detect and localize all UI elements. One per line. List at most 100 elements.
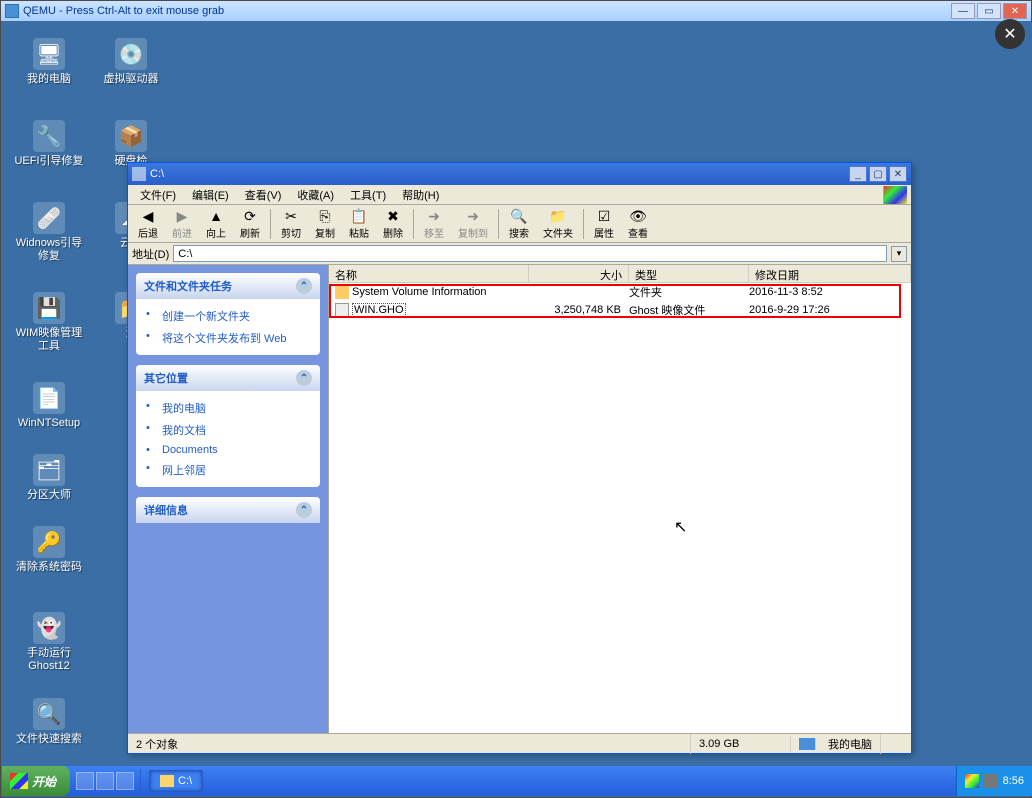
chevron-up-icon: ⌃: [296, 278, 312, 294]
desktop-icon[interactable]: 🔑清除系统密码: [12, 526, 86, 574]
toolbar-icon: ⟳: [240, 207, 260, 225]
explorer-titlebar[interactable]: C:\ _ ▢ ✕: [128, 163, 911, 185]
toolbar-文件夹[interactable]: 📁文件夹: [537, 206, 579, 241]
desktop-icon[interactable]: 🔧UEFI引导修复: [12, 120, 86, 168]
desktop-icon[interactable]: 🗂分区大师: [12, 454, 86, 502]
desktop-icon[interactable]: 💿虚拟驱动器: [94, 38, 168, 86]
desktop-icon[interactable]: 🩹Widnows引导修复: [12, 202, 86, 263]
folder-icon: [335, 285, 349, 299]
menu-tools[interactable]: 工具(T): [342, 185, 394, 205]
toolbar-复制[interactable]: ⎘复制: [309, 206, 341, 241]
address-input[interactable]: [173, 245, 887, 262]
link-my-documents[interactable]: 我的文档: [144, 419, 312, 441]
task-group-files: 文件和文件夹任务 ⌃ 创建一个新文件夹 将这个文件夹发布到 Web: [136, 273, 320, 355]
file-type: 文件夹: [629, 284, 749, 300]
status-objects: 2 个对象: [128, 734, 691, 754]
close-button[interactable]: ✕: [1003, 3, 1027, 19]
col-modified[interactable]: 修改日期: [749, 265, 911, 282]
overlay-close-icon[interactable]: ✕: [995, 19, 1025, 49]
menu-file[interactable]: 文件(F): [132, 185, 184, 205]
clock[interactable]: 8:56: [1003, 775, 1024, 787]
file-name: System Volume Information: [352, 286, 487, 298]
task-group-other: 其它位置 ⌃ 我的电脑 我的文档 Documents 网上邻居: [136, 365, 320, 487]
separator: [413, 209, 414, 239]
maximize-button[interactable]: ▭: [977, 3, 1001, 19]
desktop-icon[interactable]: 👻手动运行Ghost12: [12, 612, 86, 673]
toolbar-复制到: ➜复制到: [452, 206, 494, 241]
menu-favorites[interactable]: 收藏(A): [289, 185, 342, 205]
minimize-button[interactable]: _: [849, 166, 867, 182]
toolbar-icon: ◀: [138, 207, 158, 225]
toolbar-刷新[interactable]: ⟳刷新: [234, 206, 266, 241]
desktop-icon[interactable]: 🖥我的电脑: [12, 38, 86, 86]
toolbar-搜索[interactable]: 🔍搜索: [503, 206, 535, 241]
icon-label: UEFI引导修复: [12, 155, 86, 168]
toolbar-删除[interactable]: ✖删除: [377, 206, 409, 241]
col-name[interactable]: 名称: [329, 265, 529, 282]
task-publish-web[interactable]: 将这个文件夹发布到 Web: [144, 327, 312, 349]
file-row[interactable]: System Volume Information文件夹2016-11-3 8:…: [329, 283, 911, 301]
col-size[interactable]: 大小: [529, 265, 629, 282]
toolbar-后退[interactable]: ◀后退: [132, 206, 164, 241]
toolbar-icon: ➜: [424, 207, 444, 225]
app-icon: 📦: [115, 120, 147, 152]
task-new-folder[interactable]: 创建一个新文件夹: [144, 305, 312, 327]
toolbar-剪切[interactable]: ✂剪切: [275, 206, 307, 241]
qemu-titlebar[interactable]: QEMU - Press Ctrl-Alt to exit mouse grab…: [1, 1, 1031, 21]
separator: [498, 209, 499, 239]
desktop-icon[interactable]: 📄WinNTSetup: [12, 382, 86, 430]
app-icon: 🖥: [33, 38, 65, 70]
toolbar-icon: ▶: [172, 207, 192, 225]
tray-icon[interactable]: [965, 774, 979, 788]
address-label: 地址(D): [132, 246, 169, 262]
file-row[interactable]: WIN.GHO3,250,748 KBGhost 映像文件2016-9-29 1…: [329, 301, 911, 319]
taskbar-item[interactable]: C:\: [149, 770, 203, 792]
toolbar-icon: ▲: [206, 207, 226, 225]
menu-view[interactable]: 查看(V): [237, 185, 290, 205]
toolbar-查看[interactable]: 👁查看: [622, 206, 654, 241]
file-list[interactable]: System Volume Information文件夹2016-11-3 8:…: [329, 283, 911, 733]
link-network[interactable]: 网上邻居: [144, 459, 312, 481]
task-group-header[interactable]: 其它位置 ⌃: [136, 365, 320, 391]
qemu-icon: [5, 4, 19, 18]
task-group-header[interactable]: 文件和文件夹任务 ⌃: [136, 273, 320, 299]
status-location: 我的电脑: [791, 732, 911, 756]
desktop-icon[interactable]: 💾WIM映像管理工具: [12, 292, 86, 353]
quick-launch: [70, 769, 141, 793]
quick-launch-item[interactable]: [76, 772, 94, 790]
explorer-window: C:\ _ ▢ ✕ 文件(F) 编辑(E) 查看(V) 收藏(A) 工具(T) …: [127, 162, 912, 754]
go-button[interactable]: ▾: [891, 246, 907, 262]
app-icon: 👻: [33, 612, 65, 644]
toolbar-属性[interactable]: ☑属性: [588, 206, 620, 241]
icon-label: 文件快速搜索: [12, 733, 86, 746]
menu-help[interactable]: 帮助(H): [394, 185, 447, 205]
file-size: 3,250,748 KB: [529, 304, 629, 316]
tray-icon[interactable]: [984, 774, 998, 788]
close-button[interactable]: ✕: [889, 166, 907, 182]
desktop-icon[interactable]: 🔍文件快速搜索: [12, 698, 86, 746]
desktop[interactable]: 🖥我的电脑💿虚拟驱动器🔧UEFI引导修复📦硬盘检🩹Widnows引导修复☁云骑💾…: [2, 22, 1032, 768]
icon-label: Widnows引导修复: [12, 237, 86, 263]
desktop-icon[interactable]: 📦硬盘检: [94, 120, 168, 168]
toolbar-向上[interactable]: ▲向上: [200, 206, 232, 241]
link-documents[interactable]: Documents: [144, 441, 312, 459]
app-icon: 💾: [33, 292, 65, 324]
toolbar-粘贴[interactable]: 📋粘贴: [343, 206, 375, 241]
app-icon: 🗂: [33, 454, 65, 486]
toolbar-icon: ➜: [463, 207, 483, 225]
quick-launch-item[interactable]: [116, 772, 134, 790]
folder-icon: [160, 775, 174, 787]
col-type[interactable]: 类型: [629, 265, 749, 282]
minimize-button[interactable]: —: [951, 3, 975, 19]
quick-launch-item[interactable]: [96, 772, 114, 790]
task-group-header[interactable]: 详细信息 ⌃: [136, 497, 320, 523]
start-button[interactable]: 开始: [2, 766, 70, 796]
system-tray[interactable]: 8:56: [956, 766, 1032, 796]
icon-label: WinNTSetup: [12, 417, 86, 430]
windows-flag-icon: [883, 186, 907, 204]
menu-edit[interactable]: 编辑(E): [184, 185, 237, 205]
toolbar-icon: ⎘: [315, 207, 335, 225]
maximize-button[interactable]: ▢: [869, 166, 887, 182]
toolbar-icon: 👁: [628, 207, 648, 225]
link-my-computer[interactable]: 我的电脑: [144, 397, 312, 419]
